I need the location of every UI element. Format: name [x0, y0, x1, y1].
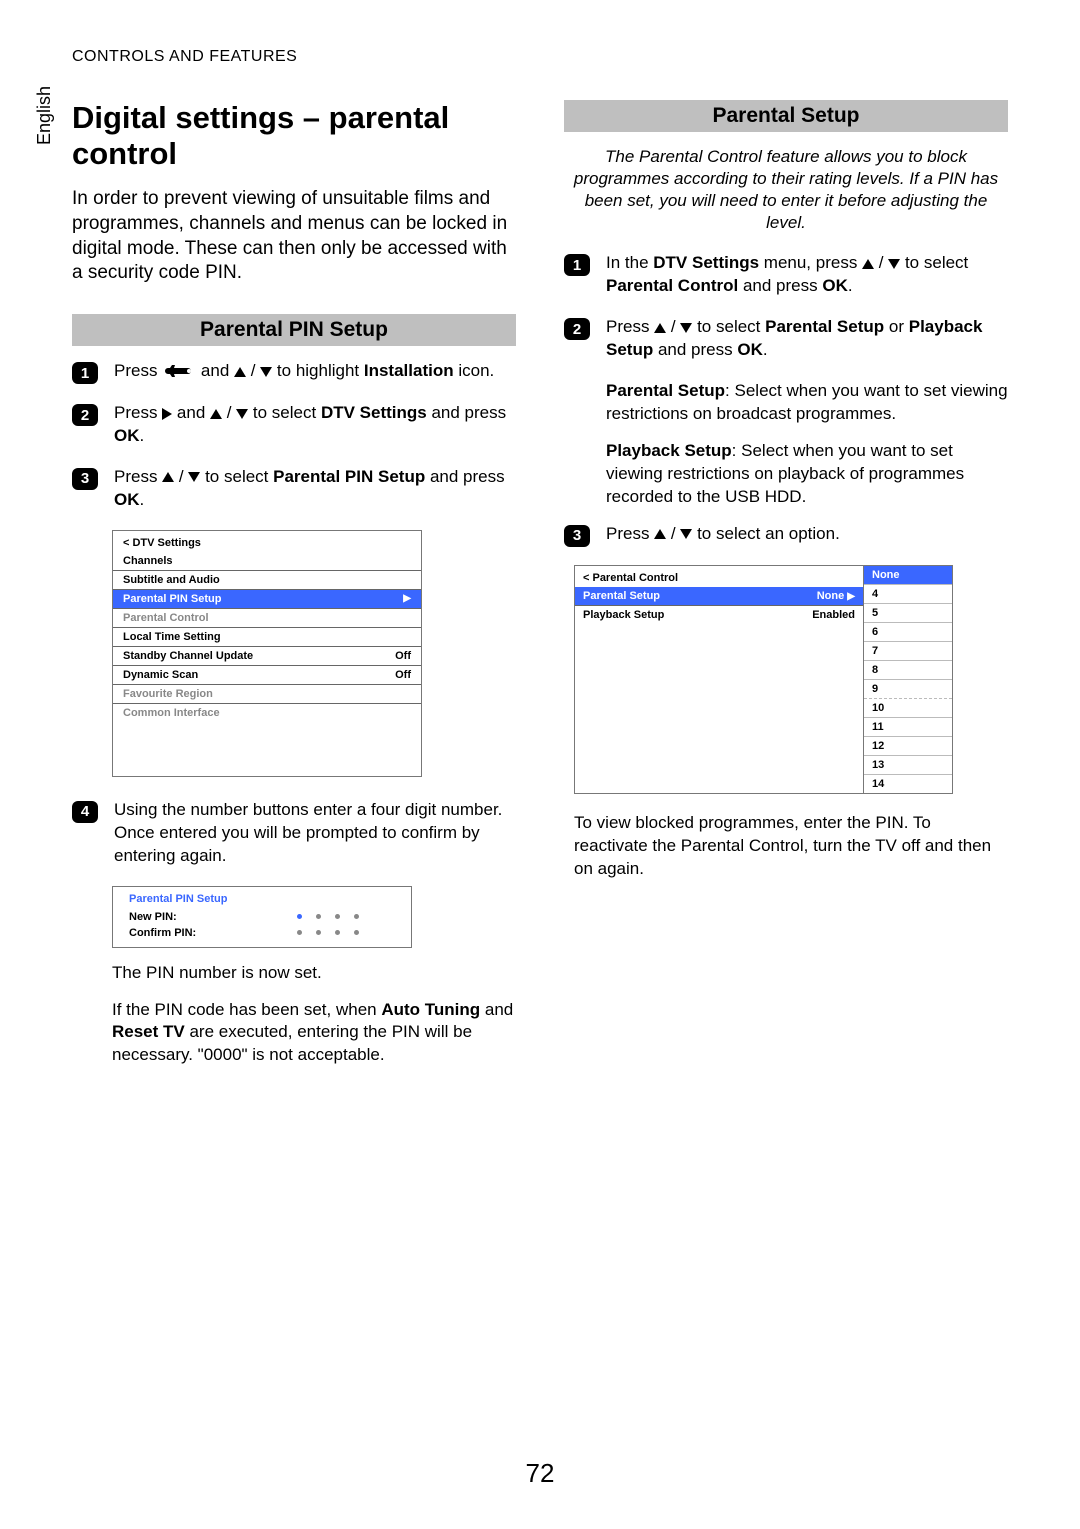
- step-number-icon: 1: [72, 362, 98, 384]
- rating-option: 11: [864, 718, 952, 737]
- rating-option: 8: [864, 661, 952, 680]
- note-pin-set: The PIN number is now set.: [112, 962, 516, 985]
- step-text: Using the number buttons enter a four di…: [114, 799, 516, 868]
- rating-option: 12: [864, 737, 952, 756]
- pin-setup-box: Parental PIN Setup New PIN: Confirm PIN:: [112, 886, 412, 948]
- menu-item: Local Time Setting: [113, 628, 421, 647]
- up-arrow-icon: [162, 472, 174, 482]
- step-text: to select: [248, 403, 321, 422]
- down-arrow-icon: [188, 472, 200, 482]
- down-arrow-icon: [260, 367, 272, 377]
- menu-item: Channels: [113, 552, 421, 571]
- menu-item: Standby Channel UpdateOff: [113, 647, 421, 666]
- step-text-bold: DTV Settings: [321, 403, 427, 422]
- chevron-right-icon: ▶: [403, 593, 411, 605]
- right-arrow-icon: [162, 408, 172, 420]
- rating-option: 9: [864, 680, 952, 699]
- menu-item: Parental Control: [113, 609, 421, 628]
- page-number: 72: [0, 1458, 1080, 1489]
- rating-option: 5: [864, 604, 952, 623]
- parental-setup-description: Parental Setup: Select when you want to …: [606, 380, 1008, 426]
- playback-setup-description: Playback Setup: Select when you want to …: [606, 440, 1008, 509]
- step-number-icon: 4: [72, 801, 98, 823]
- up-arrow-icon: [234, 367, 246, 377]
- rating-option: 10: [864, 699, 952, 718]
- step-text: Press: [114, 467, 162, 486]
- menu-item: Common Interface: [113, 704, 421, 722]
- up-arrow-icon: [654, 323, 666, 333]
- step-text: to select: [200, 467, 273, 486]
- note-pin-required: If the PIN code has been set, when Auto …: [112, 999, 516, 1068]
- dtv-settings-menu: < DTV Settings Channels Subtitle and Aud…: [112, 530, 422, 777]
- pin-box-title: Parental PIN Setup: [113, 891, 411, 909]
- down-arrow-icon: [680, 529, 692, 539]
- up-arrow-icon: [862, 259, 874, 269]
- down-arrow-icon: [680, 323, 692, 333]
- step-text: .: [140, 426, 145, 445]
- section-heading-pin: Parental PIN Setup: [72, 314, 516, 346]
- chevron-right-icon: ▶: [847, 591, 855, 602]
- step-text: and press: [427, 403, 506, 422]
- step-text: Press: [114, 403, 162, 422]
- left-column: Digital settings – parental control In o…: [72, 100, 516, 1081]
- pin-dots: [297, 930, 359, 935]
- up-arrow-icon: [654, 529, 666, 539]
- pin-dots: [297, 914, 359, 919]
- rating-option: 6: [864, 623, 952, 642]
- note-blocked-programmes: To view blocked programmes, enter the PI…: [574, 812, 1008, 881]
- step-number-icon: 2: [72, 404, 98, 426]
- step-1-right: 1 In the DTV Settings menu, press / to s…: [564, 252, 1008, 298]
- menu-item: Playback SetupEnabled: [575, 606, 863, 624]
- step-text-bold: OK: [114, 426, 140, 445]
- menu-item-selected: Parental PIN Setup▶: [113, 590, 421, 609]
- step-number-icon: 3: [564, 525, 590, 547]
- step-text: icon.: [454, 361, 495, 380]
- step-text-bold: OK: [114, 490, 140, 509]
- settings-spanner-icon: [162, 361, 201, 380]
- right-column: Parental Setup The Parental Control feat…: [564, 100, 1008, 1081]
- down-arrow-icon: [236, 409, 248, 419]
- section-heading-parental-setup: Parental Setup: [564, 100, 1008, 132]
- language-tab: English: [34, 86, 55, 145]
- rating-dropdown: None 4 5 6 7 8 9 10 11 12 13 14: [863, 565, 953, 794]
- menu-item: Favourite Region: [113, 685, 421, 704]
- rating-option: 4: [864, 585, 952, 604]
- step-text: to highlight: [277, 361, 364, 380]
- section-header: CONTROLS AND FEATURES: [72, 48, 1008, 66]
- step-number-icon: 3: [72, 468, 98, 490]
- section-intro: The Parental Control feature allows you …: [564, 146, 1008, 234]
- step-text: and: [172, 403, 210, 422]
- intro-paragraph: In order to prevent viewing of unsuitabl…: [72, 187, 516, 286]
- parental-control-menu: < Parental Control Parental Setup None ▶…: [574, 565, 1008, 794]
- step-text-bold: Parental PIN Setup: [273, 467, 425, 486]
- step-text: and press: [425, 467, 504, 486]
- menu-breadcrumb: < Parental Control: [575, 566, 863, 587]
- new-pin-label: New PIN:: [129, 911, 289, 923]
- step-2: 2 Press and / to select DTV Settings and…: [72, 402, 516, 448]
- menu-item: Subtitle and Audio: [113, 571, 421, 590]
- menu-item-selected: Parental Setup None ▶: [575, 587, 863, 606]
- step-number-icon: 1: [564, 254, 590, 276]
- up-arrow-icon: [210, 409, 222, 419]
- step-text: .: [140, 490, 145, 509]
- rating-option: 14: [864, 775, 952, 793]
- menu-item: Dynamic ScanOff: [113, 666, 421, 685]
- step-1: 1 Press and / to highlight Installation …: [72, 360, 516, 384]
- down-arrow-icon: [888, 259, 900, 269]
- rating-option-selected: None: [864, 566, 952, 585]
- step-text: Press: [114, 361, 162, 380]
- step-3-right: 3 Press / to select an option.: [564, 523, 1008, 547]
- page-title: Digital settings – parental control: [72, 100, 516, 171]
- rating-option: 7: [864, 642, 952, 661]
- confirm-pin-label: Confirm PIN:: [129, 927, 289, 939]
- step-4: 4 Using the number buttons enter a four …: [72, 799, 516, 868]
- step-3: 3 Press / to select Parental PIN Setup a…: [72, 466, 516, 512]
- step-text-bold: Installation: [364, 361, 454, 380]
- menu-breadcrumb: < DTV Settings: [113, 531, 421, 552]
- step-2-right: 2 Press / to select Parental Setup or Pl…: [564, 316, 1008, 362]
- rating-option: 13: [864, 756, 952, 775]
- step-text: and: [201, 361, 234, 380]
- step-number-icon: 2: [564, 318, 590, 340]
